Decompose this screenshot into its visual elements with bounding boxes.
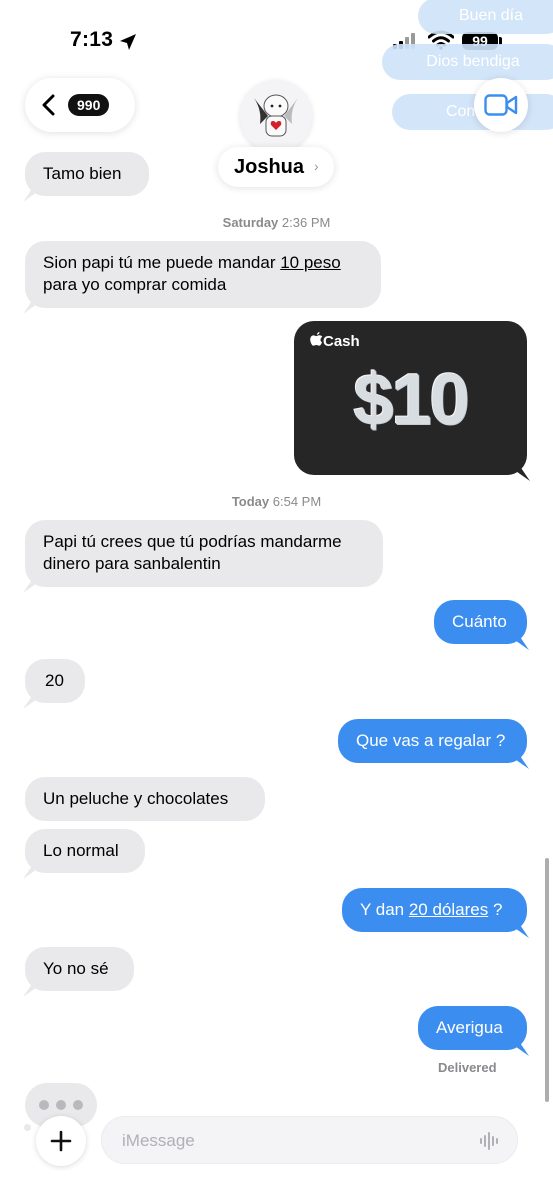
audio-waveform-icon[interactable] bbox=[479, 1132, 501, 1150]
message-text: dinero para sanbalentin bbox=[43, 554, 221, 573]
message-text: Un peluche y chocolates bbox=[43, 789, 229, 808]
message-text: Averigua bbox=[436, 1018, 503, 1037]
typing-indicator-tail bbox=[24, 1124, 31, 1131]
incoming-message[interactable]: Papi tú crees que tú podrías mandarme di… bbox=[23, 520, 383, 593]
incoming-message[interactable]: Un peluche y chocolates bbox=[25, 777, 265, 821]
message-text: Sion papi tú me puede mandar bbox=[43, 253, 281, 272]
message-text: Tamo bien bbox=[43, 164, 122, 183]
back-button[interactable]: 990 bbox=[25, 78, 135, 132]
contact-name-button[interactable]: Joshua › bbox=[218, 147, 334, 187]
message-text: ? bbox=[488, 900, 503, 919]
incoming-message[interactable]: Lo normal bbox=[23, 829, 145, 879]
outgoing-message[interactable]: Y dan 20 dólares ? bbox=[342, 888, 529, 938]
faded-bubble-2: Dios bendiga bbox=[382, 44, 553, 80]
video-camera-icon bbox=[484, 94, 518, 116]
timestamp-time: 2:36 PM bbox=[281, 215, 331, 230]
money-link[interactable]: 20 dólares bbox=[409, 900, 488, 919]
message-text: Cuánto bbox=[452, 612, 507, 631]
faded-bubble-3: Como es bbox=[392, 94, 553, 130]
cash-amount: $10 bbox=[353, 360, 469, 440]
facetime-video-button[interactable] bbox=[474, 78, 528, 132]
message-text: para yo comprar comida bbox=[43, 275, 227, 294]
timestamp-time: 6:54 PM bbox=[272, 494, 322, 509]
plus-icon bbox=[50, 1130, 72, 1152]
chevron-right-icon: › bbox=[314, 158, 319, 174]
message-text: Y dan bbox=[360, 900, 409, 919]
timestamp-day: Saturday bbox=[222, 215, 279, 230]
contact-name: Joshua bbox=[234, 156, 305, 178]
message-text: 20 bbox=[45, 671, 64, 690]
location-arrow-icon bbox=[120, 34, 136, 50]
message-text: Papi tú crees que tú podrías mandarme bbox=[43, 532, 342, 551]
avatar-character-icon bbox=[254, 94, 298, 137]
scrollbar[interactable] bbox=[545, 858, 549, 1102]
unread-count-badge: 990 bbox=[68, 94, 110, 116]
incoming-message[interactable]: 20 bbox=[23, 659, 85, 709]
add-attachment-button[interactable] bbox=[36, 1116, 86, 1166]
timestamp-day: Today bbox=[231, 494, 270, 509]
outgoing-message[interactable]: Cuánto bbox=[434, 600, 529, 650]
outgoing-message[interactable]: Averigua bbox=[418, 1006, 529, 1056]
incoming-message[interactable]: Tamo bien bbox=[23, 152, 149, 202]
message-input-placeholder: iMessage bbox=[122, 1131, 195, 1150]
apple-logo-icon bbox=[310, 332, 323, 346]
message-input[interactable]: iMessage bbox=[101, 1116, 518, 1164]
apple-cash-payment-card[interactable]: Cash $10 bbox=[294, 321, 530, 481]
message-text: Yo no sé bbox=[43, 959, 109, 978]
incoming-message[interactable]: Sion papi tú me puede mandar 10 peso par… bbox=[23, 241, 381, 314]
delivered-status: Delivered bbox=[438, 1060, 497, 1075]
incoming-message[interactable]: Yo no sé bbox=[23, 947, 134, 997]
timestamp-today: Today 6:54 PM bbox=[0, 494, 553, 509]
chevron-left-icon bbox=[42, 94, 55, 116]
outgoing-message[interactable]: Que vas a regalar ? bbox=[338, 719, 529, 769]
faded-bubble-1: Buen día bbox=[418, 0, 553, 34]
apple-cash-logo: Cash bbox=[310, 332, 360, 350]
message-text: Lo normal bbox=[43, 841, 119, 860]
cash-brand-label: Cash bbox=[323, 333, 360, 350]
timestamp-saturday: Saturday 2:36 PM bbox=[0, 215, 553, 230]
contact-avatar[interactable] bbox=[240, 80, 312, 152]
status-time: 7:13 bbox=[70, 28, 114, 51]
money-link[interactable]: 10 peso bbox=[280, 253, 341, 272]
message-text: Que vas a regalar ? bbox=[356, 731, 506, 750]
